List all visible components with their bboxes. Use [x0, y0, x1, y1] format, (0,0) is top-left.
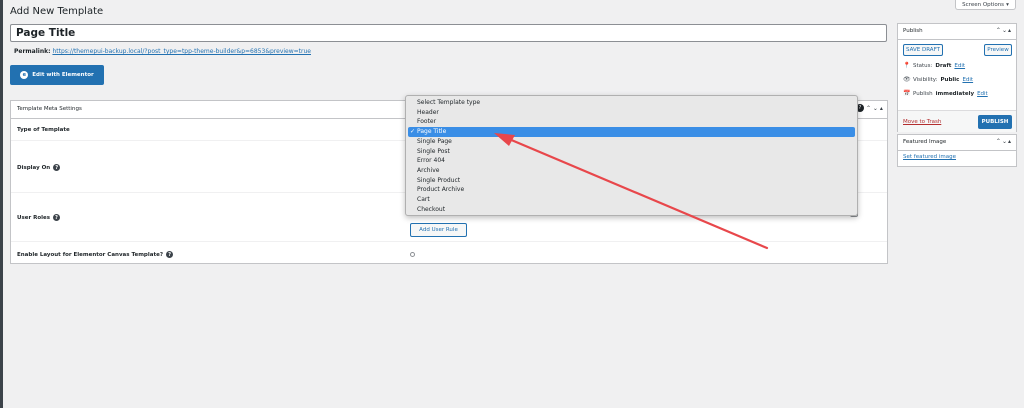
calendar-icon: 📅	[903, 90, 911, 97]
publish-box: Publish ⌃⌄▴ SAVE DRAFT Preview 📍 Status:…	[897, 23, 1017, 132]
annotation-arrow	[494, 133, 769, 250]
publish-time-value: immediately	[935, 90, 975, 97]
status-label: Status:	[913, 62, 933, 69]
publish-button[interactable]: PUBLISH	[978, 115, 1012, 129]
move-to-trash-link[interactable]: Move to Trash	[903, 119, 941, 125]
set-featured-image-link[interactable]: Set featured image	[903, 154, 956, 160]
save-draft-button[interactable]: SAVE DRAFT	[903, 44, 943, 56]
visibility-line: 👁 Visibility: Public Edit	[903, 76, 973, 83]
featured-image-header: Featured Image ⌃⌄▴	[898, 135, 1016, 151]
edit-visibility-link[interactable]: Edit	[962, 77, 973, 83]
featured-image-arrows[interactable]: ⌃⌄▴	[996, 138, 1012, 145]
publish-box-header: Publish ⌃⌄▴	[898, 24, 1016, 40]
edit-status-link[interactable]: Edit	[954, 63, 965, 69]
publish-time-label: Publish	[913, 90, 933, 97]
eye-icon: 👁	[903, 76, 911, 83]
pin-icon: 📍	[903, 62, 911, 69]
featured-image-title: Featured Image	[903, 139, 947, 145]
wp-admin-screen: Add New Template Screen Options ▾ Page T…	[0, 0, 1024, 408]
status-value: Draft	[935, 62, 952, 69]
status-line: 📍 Status: Draft Edit	[903, 62, 965, 69]
annotation-arrow-line	[500, 134, 769, 250]
visibility-label: Visibility:	[913, 76, 938, 83]
annotation-arrow-head	[494, 133, 515, 146]
preview-button[interactable]: Preview	[984, 44, 1012, 56]
publish-time-line: 📅 Publish immediately Edit	[903, 90, 988, 97]
edit-publish-time-link[interactable]: Edit	[977, 91, 988, 97]
featured-image-box: Featured Image ⌃⌄▴ Set featured image	[897, 134, 1017, 167]
publish-box-title: Publish	[903, 28, 923, 34]
publish-box-footer: Move to Trash PUBLISH	[898, 110, 1016, 132]
visibility-value: Public	[940, 76, 960, 83]
publish-box-arrows[interactable]: ⌃⌄▴	[996, 27, 1012, 34]
